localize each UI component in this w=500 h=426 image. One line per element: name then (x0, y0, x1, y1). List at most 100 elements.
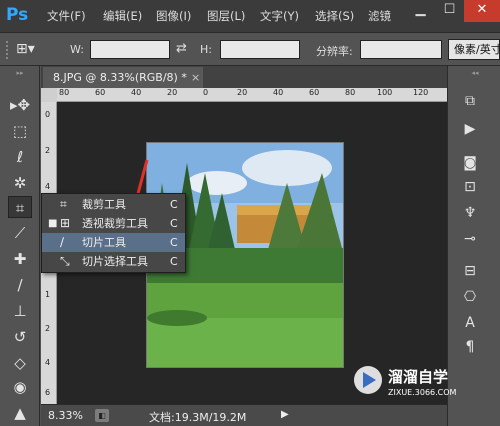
crop-tool-flyout-menu: ⌗ 裁剪工具 C ■ ⊞ 透视裁剪工具 C ∕ 切片工具 C ⤡ 切片选择工具 … (41, 193, 186, 273)
flyout-item-label: 切片工具 (82, 236, 126, 249)
ruler-tick: 2 (45, 146, 51, 155)
ruler-tick: 0 (45, 110, 51, 119)
horizontal-ruler[interactable]: 80 60 40 20 0 20 40 60 80 100 120 (57, 88, 447, 102)
channels-icon[interactable]: ⎔ (458, 286, 482, 308)
slice-select-icon: ⤡ (60, 254, 70, 268)
history-icon[interactable]: ⧉ (458, 90, 482, 112)
ruler-tick: 6 (45, 388, 51, 397)
magic-wand-tool-icon[interactable]: ✲ (8, 172, 32, 194)
layers-icon[interactable]: ⊟ (458, 260, 482, 282)
status-info-icon[interactable]: ◧ (95, 409, 109, 422)
crop-icon: ⌗ (60, 197, 67, 211)
slice-icon: ∕ (60, 235, 65, 249)
flyout-item-shortcut: C (170, 217, 178, 230)
watermark: 溜溜自学 ZIXUE.3066.COM (350, 358, 470, 414)
ps-logo: Ps (6, 5, 29, 25)
clone-source-icon[interactable]: ⊸ (458, 228, 482, 250)
lasso-tool-icon[interactable]: ℓ (8, 146, 32, 168)
ruler-tick: 20 (167, 88, 178, 97)
ruler-tick: 80 (345, 88, 356, 97)
ruler-tick: 20 (237, 88, 248, 97)
slice-tool-preset-icon[interactable]: ⊞▾ (16, 39, 46, 59)
marquee-tool-icon[interactable]: ⬚ (8, 120, 32, 142)
ruler-tick: 40 (273, 88, 284, 97)
ruler-tick: 80 (59, 88, 70, 97)
flyout-item-label: 透视裁剪工具 (82, 217, 148, 230)
ruler-tick: 100 (377, 88, 393, 97)
actions-icon[interactable]: ▶ (458, 118, 482, 140)
height-input[interactable] (220, 40, 300, 59)
brush-tool-icon[interactable]: ∕ (8, 274, 32, 296)
eyedropper-tool-icon[interactable]: ⟋ (8, 222, 32, 244)
options-bar: ⊞▾ W: ⇄ H: 分辨率: 像素/英寸 (0, 32, 500, 66)
ruler-tick: 40 (131, 88, 142, 97)
ruler-tick: 0 (203, 88, 209, 97)
menu-layer[interactable]: 图层(L) (207, 8, 245, 24)
document-size: 文档:19.3M/19.2M (149, 411, 247, 424)
minimize-button[interactable]: ▁ (406, 0, 435, 22)
flyout-item-label: 切片选择工具 (82, 255, 148, 268)
watermark-url: ZIXUE.3066.COM (388, 388, 457, 397)
ruler-tick: 4 (45, 358, 51, 367)
flyout-item-label: 裁剪工具 (82, 198, 126, 211)
menu-type[interactable]: 文字(Y) (260, 8, 299, 24)
ruler-tick: 60 (95, 88, 106, 97)
tools-panel: ▸▸ ▸✥ ⬚ ℓ ✲ ⌗ ⟋ ✚ ∕ ⊥ ↺ ◇ ◉ ▲ (0, 66, 40, 426)
width-label: W: (70, 43, 84, 56)
menu-select[interactable]: 选择(S) (315, 8, 354, 24)
collapse-icon[interactable]: ◂◂ (460, 69, 490, 77)
adjustments-icon[interactable]: ◙ (458, 152, 482, 174)
close-button[interactable]: ✕ (464, 0, 500, 22)
resolution-label: 分辨率: (316, 45, 353, 58)
resolution-input[interactable] (360, 40, 442, 59)
menu-file[interactable]: 文件(F) (47, 8, 86, 24)
zoom-level[interactable]: 8.33% (48, 409, 83, 422)
current-tool-dot-icon: ■ (48, 218, 58, 229)
blur-tool-icon[interactable]: ▲ (8, 402, 32, 424)
ruler-tick: 60 (309, 88, 320, 97)
stamp-tool-icon[interactable]: ⊥ (8, 300, 32, 322)
flyout-item-shortcut: C (170, 198, 178, 211)
options-grip[interactable] (6, 41, 10, 59)
ruler-origin[interactable] (41, 88, 57, 102)
collapse-icon[interactable]: ▸▸ (8, 69, 32, 77)
menu-edit[interactable]: 编辑(E) (103, 8, 142, 24)
paint-bucket-tool-icon[interactable]: ◉ (8, 376, 32, 398)
flyout-item-perspective-crop[interactable]: ■ ⊞ 透视裁剪工具 C (42, 214, 185, 233)
flyout-item-crop[interactable]: ⌗ 裁剪工具 C (42, 195, 185, 214)
crop-tool-icon[interactable]: ⌗ (8, 196, 32, 218)
flyout-item-slice[interactable]: ∕ 切片工具 C (42, 233, 185, 252)
window-controls: ▁ ☐ ✕ (406, 0, 500, 22)
document-tab-title: 8.JPG @ 8.33%(RGB/8) * (53, 71, 187, 84)
styles-icon[interactable]: ⊡ (458, 176, 482, 198)
menu-image[interactable]: 图像(I) (156, 8, 191, 24)
character-icon[interactable]: A (458, 312, 482, 334)
paragraph-icon[interactable]: ¶ (458, 336, 482, 358)
eraser-tool-icon[interactable]: ◇ (8, 352, 32, 374)
document-tab[interactable]: 8.JPG @ 8.33%(RGB/8) * × (43, 67, 203, 88)
unit-select[interactable]: 像素/英寸 (448, 39, 500, 60)
watermark-brand: 溜溜自学 (388, 368, 449, 386)
status-menu-arrow-icon[interactable]: ▶ (281, 409, 289, 420)
menu-filter[interactable]: 滤镜 (368, 8, 391, 24)
document-tab-bar: 8.JPG @ 8.33%(RGB/8) * × (41, 66, 447, 88)
width-input[interactable] (90, 40, 170, 59)
healing-brush-tool-icon[interactable]: ✚ (8, 248, 32, 270)
ruler-tick: 1 (45, 290, 51, 299)
flyout-item-shortcut: C (170, 236, 178, 249)
photoshop-window: Ps 文件(F) 编辑(E) 图像(I) 图层(L) 文字(Y) 选择(S) 滤… (0, 0, 500, 426)
height-label: H: (200, 43, 212, 56)
perspective-crop-icon: ⊞ (60, 216, 71, 230)
document-tab-close-icon[interactable]: × (191, 67, 200, 88)
move-tool-icon[interactable]: ▸✥ (8, 94, 32, 116)
flyout-item-shortcut: C (170, 255, 178, 268)
brush-presets-icon[interactable]: ♆ (458, 202, 482, 224)
ruler-tick: 2 (45, 324, 51, 333)
ruler-tick: 4 (45, 182, 51, 191)
menu-bar: Ps 文件(F) 编辑(E) 图像(I) 图层(L) 文字(Y) 选择(S) 滤… (0, 0, 500, 32)
restore-button[interactable]: ☐ (435, 0, 464, 22)
flyout-item-slice-select[interactable]: ⤡ 切片选择工具 C (42, 252, 185, 271)
swap-icon[interactable]: ⇄ (176, 41, 187, 56)
ruler-tick: 120 (413, 88, 429, 97)
history-brush-tool-icon[interactable]: ↺ (8, 326, 32, 348)
